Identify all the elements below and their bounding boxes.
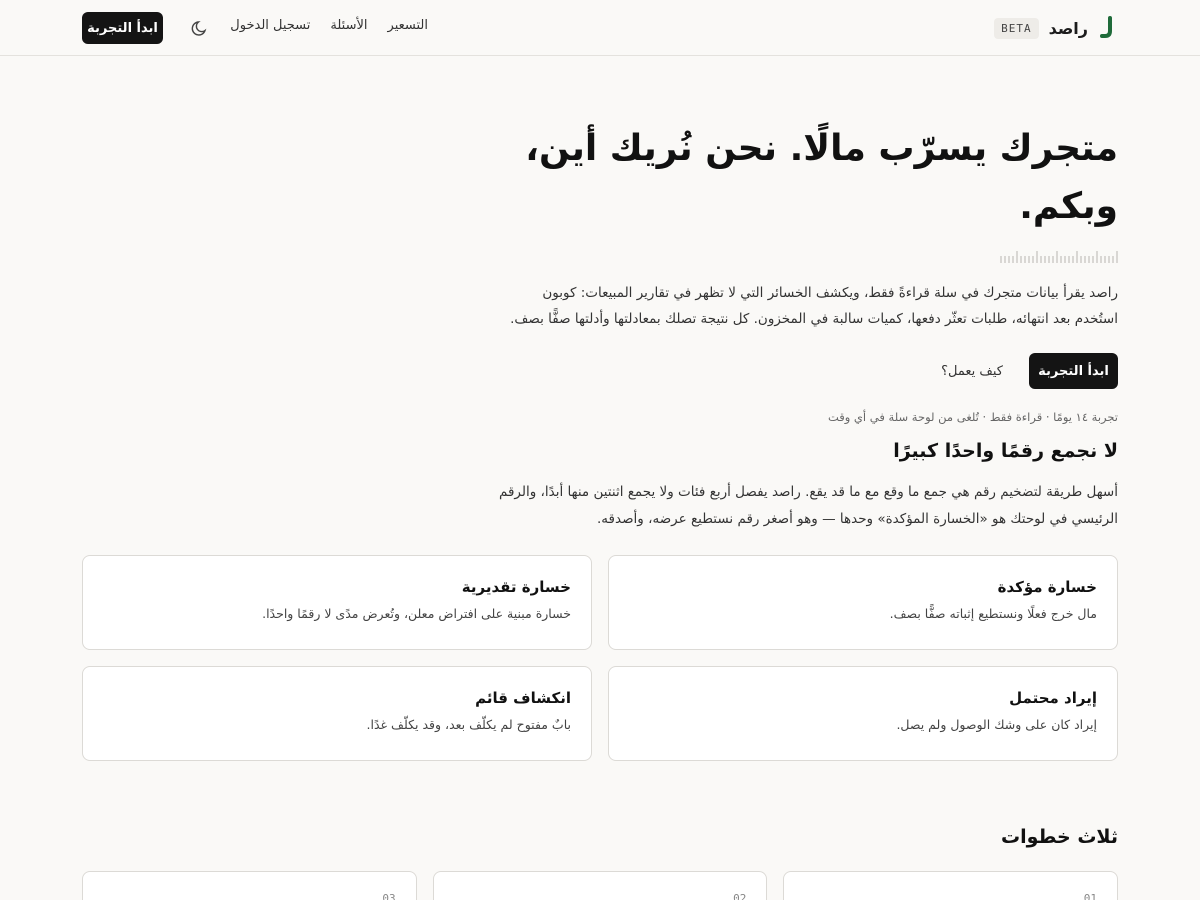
brand-logo-icon [1100,16,1112,38]
card-description: مال خرج فعلًا ونستطيع إثباته صفًّا بصف. [889,606,1097,621]
step-cards: 01 02 03 [81,871,1118,900]
categories-description: أسهل طريقة لتضخيم رقم هي جمع ما وقع مع م… [498,484,1118,527]
brand[interactable]: راصد BETA [994,14,1118,42]
step-number: 01 [1083,892,1097,900]
hero-description: راصد يقرأ بيانات متجرك في سلة قراءةً فقط… [510,285,1118,327]
how-it-works-link[interactable]: كيف يعمل؟ [941,364,1003,379]
step-number: 02 [733,892,747,900]
tick-ruler-decoration [478,250,1118,264]
category-card: خسارة تقديرية خسارة مبنية على افتراض معل… [82,555,592,650]
nav-login[interactable]: تسجيل الدخول [230,18,310,33]
card-title: خسارة تقديرية [461,578,571,596]
brand-name: راصد [1048,18,1088,38]
card-description: بابٌ مفتوح لم يكلّف بعد، وقد يكلّف غدًا. [366,717,571,732]
steps-section: ثلاث خطوات [1001,826,1118,848]
main-nav: التسعير الأسئلة تسجيل الدخول [230,18,428,33]
nav-pricing[interactable]: التسعير [388,18,428,33]
categories-section: لا نجمع رقمًا واحدًا كبيرًا أسهل طريقة ل… [82,440,1118,533]
categories-title: لا نجمع رقمًا واحدًا كبيرًا [893,440,1118,462]
step-card: 03 [81,871,417,900]
top-header: راصد BETA التسعير الأسئلة تسجيل الدخول ا… [0,0,1200,56]
hero-section: متجرك يسرّب مالًا. نحن نُريك أين، وبكم. … [478,120,1118,424]
category-card: إيراد محتمل إيراد كان على وشك الوصول ولم… [608,666,1118,761]
moon-icon[interactable] [190,18,210,38]
card-title: خسارة مؤكدة [997,578,1097,596]
hero-start-trial-button[interactable]: ابدأ التجربة [1029,353,1118,389]
step-card: 01 [783,871,1118,900]
category-cards: خسارة مؤكدة مال خرج فعلًا ونستطيع إثباته… [82,555,1118,761]
card-description: إيراد كان على وشك الوصول ولم يصل. [896,717,1097,732]
steps-title: ثلاث خطوات [1001,826,1118,848]
card-description: خسارة مبنية على افتراض معلن، وتُعرض مدًى… [262,606,571,621]
step-card: 02 [432,871,768,900]
category-card: انكشاف قائم بابٌ مفتوح لم يكلّف بعد، وقد… [82,666,592,761]
nav-faq[interactable]: الأسئلة [330,18,367,33]
card-title: انكشاف قائم [475,689,571,707]
step-number: 03 [382,892,396,900]
hero-title: متجرك يسرّب مالًا. نحن نُريك أين، وبكم. [525,128,1118,227]
card-title: إيراد محتمل [1009,689,1097,707]
header-start-trial-button[interactable]: ابدأ التجربة [82,12,163,44]
hero-note: تجربة ١٤ يومًا · قراءة فقط · تُلغى من لو… [827,410,1118,424]
tick-ruler [1000,251,1118,263]
beta-badge: BETA [994,17,1039,39]
category-card: خسارة مؤكدة مال خرج فعلًا ونستطيع إثباته… [608,555,1118,650]
hero-actions: ابدأ التجربة كيف يعمل؟ [478,353,1118,389]
